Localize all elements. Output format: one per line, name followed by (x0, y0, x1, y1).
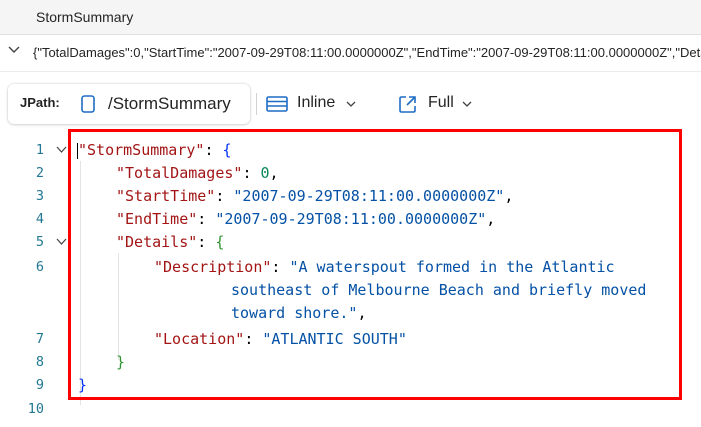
json-brace: { (215, 233, 225, 251)
chevron-down-icon (346, 101, 356, 107)
line-number: 10 (27, 401, 44, 417)
json-punctuation: : (242, 164, 261, 182)
line-number: 4 (35, 211, 44, 227)
json-string: toward shore." (231, 304, 358, 322)
title-bar: StormSummary (0, 0, 701, 35)
json-editor[interactable]: 1 "StormSummary": { 2 "TotalDamages": 0,… (0, 136, 701, 427)
json-punctuation: , (269, 164, 279, 182)
viewer-toolbar: JPath: /StormSummary Inline Full (8, 84, 701, 124)
expand-icon (399, 96, 416, 113)
toolbar-divider (256, 93, 257, 115)
json-punctuation: , (504, 187, 514, 205)
line-number: 8 (35, 354, 44, 370)
json-punctuation: , (357, 304, 367, 322)
code-line: 3 "StartTime": "2007-09-29T08:11:00.0000… (0, 185, 701, 208)
code-text: "TotalDamages": 0, (116, 162, 279, 185)
json-string: "ATLANTIC SOUTH" (262, 330, 407, 348)
jpath-value: /StormSummary (108, 94, 231, 113)
jpath-label: JPath: (20, 95, 60, 110)
code-text: "StartTime": "2007-09-29T08:11:00.000000… (116, 185, 513, 208)
json-string: "2007-09-29T08:11:00.0000000Z" (233, 187, 505, 205)
code-line: 1 "StormSummary": { (0, 139, 701, 162)
json-punctuation: : (197, 210, 216, 228)
copy-path-icon[interactable] (79, 94, 97, 114)
value-row[interactable]: {"TotalDamages":0,"StartTime":"2007-09-2… (0, 35, 701, 72)
line-number: 3 (35, 188, 44, 204)
json-brace: } (116, 353, 126, 371)
fold-chevron-icon[interactable] (56, 238, 67, 246)
code-line: 9 } (0, 374, 701, 397)
json-key: "Description" (154, 258, 272, 276)
code-line: 8 } (0, 351, 701, 374)
code-line: 10 (0, 398, 701, 421)
line-number: 5 (35, 234, 44, 250)
json-key: "TotalDamages" (116, 164, 243, 182)
json-key: "StartTime" (116, 187, 216, 205)
line-number: 2 (35, 165, 44, 181)
json-key: "EndTime" (116, 210, 198, 228)
code-line: 7 "Location": "ATLANTIC SOUTH" (0, 328, 701, 351)
code-line: 4 "EndTime": "2007-09-29T08:11:00.000000… (0, 208, 701, 231)
line-number: 7 (35, 331, 44, 347)
code-text: "EndTime": "2007-09-29T08:11:00.0000000Z… (116, 208, 495, 231)
json-key: "Details" (116, 233, 198, 251)
json-punctuation: : (244, 330, 263, 348)
json-brace: { (222, 141, 232, 159)
column-title: StormSummary (36, 9, 134, 25)
line-number: 9 (35, 377, 44, 393)
code-line: 2 "TotalDamages": 0, (0, 162, 701, 185)
code-text: "StormSummary": { (78, 139, 232, 162)
json-key: "Location" (154, 330, 245, 348)
chevron-down-icon (462, 101, 472, 107)
code-line: 5 "Details": { (0, 231, 701, 254)
json-punctuation: : (215, 187, 234, 205)
size-mode-dropdown[interactable]: Full (398, 84, 488, 124)
code-text: "Details": { (116, 231, 224, 254)
wrapped-string: southeast of Melbourne Beach and briefly… (231, 281, 647, 299)
code-text: toward shore.", (231, 302, 366, 325)
json-punctuation: : (271, 258, 290, 276)
inline-view-icon (266, 96, 288, 112)
json-punctuation: : (204, 141, 223, 159)
line-number: 1 (35, 142, 44, 158)
json-punctuation: : (197, 233, 216, 251)
code-text: "Description": "A waterspout formed in t… (154, 256, 615, 279)
json-string: "2007-09-29T08:11:00.0000000Z" (215, 210, 487, 228)
code-text: "Location": "ATLANTIC SOUTH" (154, 328, 407, 351)
code-line: 6 "Description": "A waterspout formed in… (0, 256, 701, 325)
view-mode-label: Inline (297, 94, 336, 111)
chevron-down-icon[interactable] (8, 45, 20, 55)
view-mode-dropdown[interactable]: Inline (266, 84, 366, 124)
json-brace: } (78, 376, 88, 394)
json-string: "A waterspout formed in the Atlantic (289, 258, 615, 276)
fold-chevron-icon[interactable] (56, 146, 67, 154)
json-punctuation: , (486, 210, 496, 228)
size-mode-label: Full (428, 94, 454, 111)
json-number: 0 (260, 164, 270, 182)
json-key: "StormSummary" (78, 141, 205, 159)
line-number: 6 (35, 259, 44, 275)
raw-json-value: {"TotalDamages":0,"StartTime":"2007-09-2… (33, 45, 701, 60)
jpath-box[interactable]: JPath: /StormSummary (8, 84, 250, 124)
